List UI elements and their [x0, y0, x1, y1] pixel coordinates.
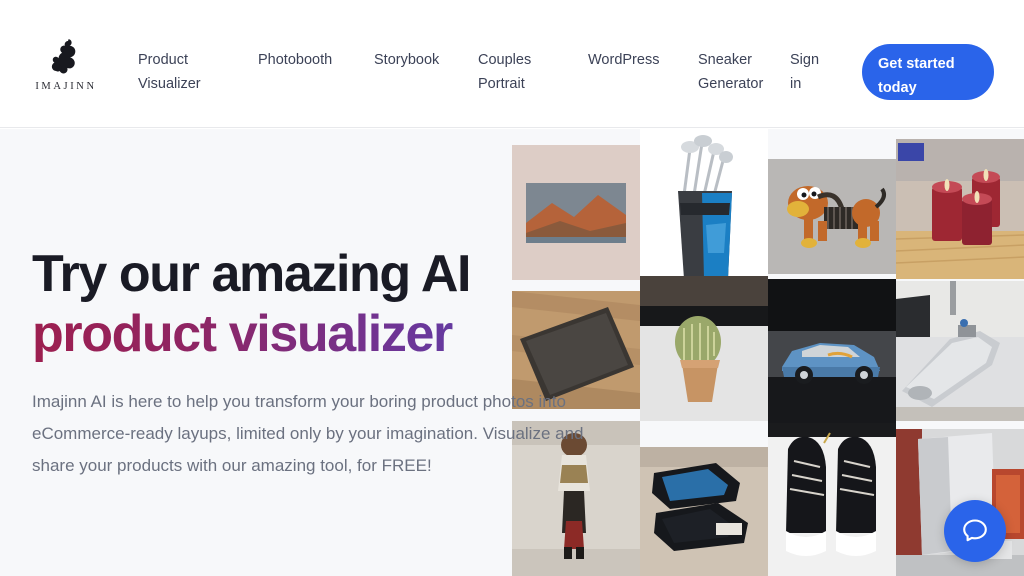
gallery-tile-rc-boat-model[interactable]	[896, 281, 1024, 421]
nav-item-sneaker-generator[interactable]: Sneaker Generator	[698, 48, 763, 96]
nav-item-wordpress[interactable]: WordPress	[588, 48, 659, 72]
genie-silhouette-icon	[51, 39, 76, 74]
red-pillar-candles-image	[896, 139, 1024, 279]
black-basketball-shoes-image	[768, 423, 896, 576]
nav-item-storybook[interactable]: Storybook	[374, 48, 439, 72]
landing-page: IMAJINN Product Visualizer Photobooth St…	[0, 0, 1024, 576]
nav-item-couples-portrait[interactable]: Couples Portrait	[478, 48, 531, 96]
nav-item-product-visualizer[interactable]: Product Visualizer	[138, 48, 201, 96]
get-started-today-button[interactable]: Get started today	[862, 44, 994, 100]
chat-bubble-icon	[963, 519, 987, 542]
gallery-tile-cactus-in-pot[interactable]	[640, 276, 768, 421]
chat-widget-button[interactable]	[944, 500, 1006, 562]
gallery-tile-golf-club-set[interactable]	[640, 129, 768, 284]
nav-item-sign-in[interactable]: Sign in	[790, 48, 819, 96]
star-wars-sneakers-image	[640, 447, 768, 576]
gallery-tile-blue-muscle-car-model[interactable]	[768, 279, 896, 429]
hero-paragraph: Imajinn AI is here to help you transform…	[32, 392, 584, 475]
golf-club-set-image	[640, 129, 768, 284]
slinky-dog-toy-image	[768, 159, 896, 274]
gallery-tile-black-basketball-shoes[interactable]	[768, 423, 896, 576]
nav-item-photobooth[interactable]: Photobooth	[258, 48, 332, 72]
site-header: IMAJINN Product Visualizer Photobooth St…	[0, 0, 1024, 128]
hero-copy: Try our amazing AI product visualizer Im…	[32, 244, 632, 482]
gallery-column-2	[640, 129, 768, 576]
gallery-tile-red-pillar-candles[interactable]	[896, 139, 1024, 279]
headline-line-2: product visualizer	[32, 304, 632, 364]
hero-section: Try our amazing AI product visualizer Im…	[0, 129, 1024, 576]
logo-wordmark: IMAJINN	[35, 81, 97, 92]
logo[interactable]: IMAJINN	[30, 36, 102, 100]
primary-nav: Product Visualizer Photobooth Storybook …	[138, 48, 858, 108]
gallery-tile-slinky-dog-toy[interactable]	[768, 159, 896, 274]
headline-line-1: Try our amazing AI	[32, 245, 471, 303]
gallery-tile-star-wars-sneakers[interactable]	[640, 447, 768, 576]
gallery-column-3	[768, 129, 896, 576]
page-title: Try our amazing AI product visualizer	[32, 244, 632, 364]
blue-muscle-car-model-image	[768, 279, 896, 429]
cactus-in-pot-image	[640, 276, 768, 421]
rc-boat-model-image	[896, 281, 1024, 421]
